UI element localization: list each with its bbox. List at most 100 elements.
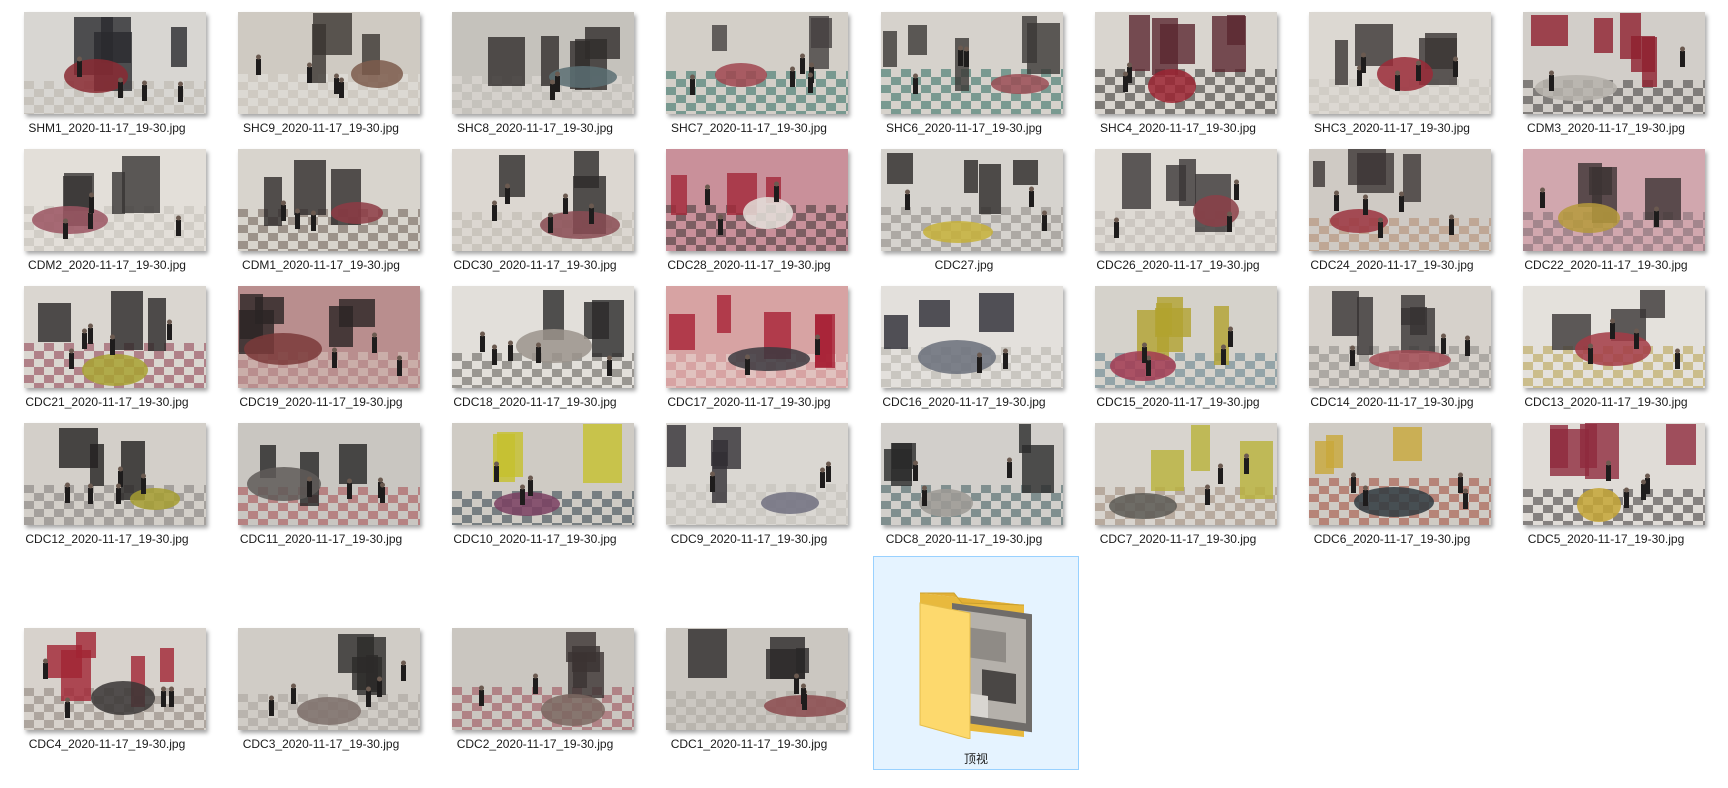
image-thumbnail bbox=[1095, 286, 1277, 388]
image-thumbnail bbox=[1523, 149, 1705, 251]
file-item[interactable]: CDC7_2020-11-17_19-30.jpg bbox=[1071, 411, 1285, 546]
image-thumbnail bbox=[1523, 12, 1705, 114]
file-item[interactable]: CDC17_2020-11-17_19-30.jpg bbox=[642, 274, 856, 409]
image-thumbnail bbox=[666, 423, 848, 525]
file-name: CDC30_2020-11-17_19-30.jpg bbox=[453, 258, 617, 272]
image-thumbnail bbox=[1309, 423, 1491, 525]
file-name: CDM1_2020-11-17_19-30.jpg bbox=[242, 258, 400, 272]
image-thumbnail bbox=[238, 423, 420, 525]
folder-label: 顶视 bbox=[963, 752, 988, 766]
image-thumbnail bbox=[666, 628, 848, 730]
file-item[interactable]: CDC21_2020-11-17_19-30.jpg bbox=[0, 274, 214, 409]
image-thumbnail bbox=[1309, 12, 1491, 114]
file-grid: SHM1_2020-11-17_19-30.jpg SHC9_2020-11-17… bbox=[0, 0, 1728, 788]
file-name: CDC28_2020-11-17_19-30.jpg bbox=[667, 258, 831, 272]
file-item[interactable]: CDC28_2020-11-17_19-30.jpg bbox=[642, 137, 856, 272]
file-name: CDC27.jpg bbox=[934, 258, 994, 272]
image-thumbnail bbox=[452, 286, 634, 388]
file-name: CDC5_2020-11-17_19-30.jpg bbox=[1527, 532, 1685, 546]
file-name: SHC7_2020-11-17_19-30.jpg bbox=[671, 121, 827, 135]
file-item[interactable]: CDC4_2020-11-17_19-30.jpg bbox=[0, 616, 214, 751]
image-thumbnail bbox=[238, 149, 420, 251]
file-name: CDC18_2020-11-17_19-30.jpg bbox=[453, 395, 617, 409]
file-name: CDC15_2020-11-17_19-30.jpg bbox=[1096, 395, 1260, 409]
file-name: CDM3_2020-11-17_19-30.jpg bbox=[1527, 121, 1685, 135]
file-name: CDC1_2020-11-17_19-30.jpg bbox=[670, 737, 828, 751]
file-name: SHC4_2020-11-17_19-30.jpg bbox=[1100, 121, 1256, 135]
image-thumbnail bbox=[666, 12, 848, 114]
file-item[interactable]: CDC27.jpg bbox=[857, 137, 1071, 272]
image-thumbnail bbox=[452, 628, 634, 730]
file-name: CDC26_2020-11-17_19-30.jpg bbox=[1096, 258, 1260, 272]
file-item[interactable]: CDC11_2020-11-17_19-30.jpg bbox=[214, 411, 428, 546]
file-name: CDC3_2020-11-17_19-30.jpg bbox=[242, 737, 400, 751]
file-name: CDC9_2020-11-17_19-30.jpg bbox=[670, 532, 828, 546]
file-name: CDM2_2020-11-17_19-30.jpg bbox=[28, 258, 186, 272]
file-item[interactable]: CDC26_2020-11-17_19-30.jpg bbox=[1071, 137, 1285, 272]
image-thumbnail bbox=[1095, 423, 1277, 525]
file-name: CDC4_2020-11-17_19-30.jpg bbox=[28, 737, 186, 751]
file-name: CDC6_2020-11-17_19-30.jpg bbox=[1313, 532, 1471, 546]
file-item[interactable]: CDC3_2020-11-17_19-30.jpg bbox=[214, 616, 428, 751]
folder-item[interactable]: 顶视 bbox=[873, 556, 1079, 770]
file-name: CDC10_2020-11-17_19-30.jpg bbox=[453, 532, 617, 546]
image-thumbnail bbox=[24, 149, 206, 251]
file-item[interactable]: CDC30_2020-11-17_19-30.jpg bbox=[428, 137, 642, 272]
file-item[interactable]: CDC13_2020-11-17_19-30.jpg bbox=[1499, 274, 1713, 409]
file-item[interactable]: CDC2_2020-11-17_19-30.jpg bbox=[428, 616, 642, 751]
file-name: SHC3_2020-11-17_19-30.jpg bbox=[1314, 121, 1470, 135]
file-item[interactable]: CDC14_2020-11-17_19-30.jpg bbox=[1285, 274, 1499, 409]
image-thumbnail bbox=[1309, 286, 1491, 388]
file-item[interactable]: CDC19_2020-11-17_19-30.jpg bbox=[214, 274, 428, 409]
image-thumbnail bbox=[881, 423, 1063, 525]
file-item[interactable]: CDM1_2020-11-17_19-30.jpg bbox=[214, 137, 428, 272]
image-thumbnail bbox=[881, 149, 1063, 251]
file-item[interactable]: CDC16_2020-11-17_19-30.jpg bbox=[857, 274, 1071, 409]
file-item[interactable]: CDC18_2020-11-17_19-30.jpg bbox=[428, 274, 642, 409]
file-item[interactable]: CDC9_2020-11-17_19-30.jpg bbox=[642, 411, 856, 546]
file-name: CDC12_2020-11-17_19-30.jpg bbox=[25, 532, 189, 546]
file-name: CDC16_2020-11-17_19-30.jpg bbox=[882, 395, 1046, 409]
file-item[interactable]: CDC8_2020-11-17_19-30.jpg bbox=[857, 411, 1071, 546]
image-thumbnail bbox=[24, 423, 206, 525]
image-thumbnail bbox=[1309, 149, 1491, 251]
file-item[interactable]: CDC24_2020-11-17_19-30.jpg bbox=[1285, 137, 1499, 272]
file-name: CDC13_2020-11-17_19-30.jpg bbox=[1524, 395, 1688, 409]
file-item[interactable]: SHC3_2020-11-17_19-30.jpg bbox=[1285, 0, 1499, 135]
image-thumbnail bbox=[238, 12, 420, 114]
file-item[interactable]: SHC4_2020-11-17_19-30.jpg bbox=[1071, 0, 1285, 135]
file-item[interactable]: SHC7_2020-11-17_19-30.jpg bbox=[642, 0, 856, 135]
image-thumbnail bbox=[238, 286, 420, 388]
image-thumbnail bbox=[1095, 149, 1277, 251]
image-thumbnail bbox=[24, 286, 206, 388]
file-item[interactable]: CDC12_2020-11-17_19-30.jpg bbox=[0, 411, 214, 546]
file-name: CDC7_2020-11-17_19-30.jpg bbox=[1099, 532, 1257, 546]
folder-icon bbox=[919, 592, 1032, 739]
file-item[interactable]: SHM1_2020-11-17_19-30.jpg bbox=[0, 0, 214, 135]
file-name: CDC19_2020-11-17_19-30.jpg bbox=[239, 395, 403, 409]
file-item[interactable]: CDC15_2020-11-17_19-30.jpg bbox=[1071, 274, 1285, 409]
file-item[interactable]: CDC1_2020-11-17_19-30.jpg bbox=[642, 616, 856, 751]
image-thumbnail bbox=[24, 628, 206, 730]
file-item[interactable]: SHC8_2020-11-17_19-30.jpg bbox=[428, 0, 642, 135]
file-item[interactable]: CDC6_2020-11-17_19-30.jpg bbox=[1285, 411, 1499, 546]
file-name: CDC11_2020-11-17_19-30.jpg bbox=[239, 532, 403, 546]
image-thumbnail bbox=[452, 149, 634, 251]
file-item[interactable]: CDM2_2020-11-17_19-30.jpg bbox=[0, 137, 214, 272]
image-thumbnail bbox=[24, 12, 206, 114]
image-thumbnail bbox=[666, 286, 848, 388]
image-thumbnail bbox=[238, 628, 420, 730]
file-item[interactable]: CDC5_2020-11-17_19-30.jpg bbox=[1499, 411, 1713, 546]
file-item[interactable]: SHC9_2020-11-17_19-30.jpg bbox=[214, 0, 428, 135]
file-name: CDC17_2020-11-17_19-30.jpg bbox=[667, 395, 831, 409]
file-name: SHC9_2020-11-17_19-30.jpg bbox=[243, 121, 399, 135]
file-item[interactable]: CDM3_2020-11-17_19-30.jpg bbox=[1499, 0, 1713, 135]
image-thumbnail bbox=[452, 12, 634, 114]
image-thumbnail bbox=[881, 12, 1063, 114]
image-thumbnail bbox=[1523, 286, 1705, 388]
file-name: SHM1_2020-11-17_19-30.jpg bbox=[28, 121, 186, 135]
file-item[interactable]: CDC10_2020-11-17_19-30.jpg bbox=[428, 411, 642, 546]
file-name: CDC22_2020-11-17_19-30.jpg bbox=[1524, 258, 1688, 272]
file-item[interactable]: CDC22_2020-11-17_19-30.jpg bbox=[1499, 137, 1713, 272]
file-item[interactable]: SHC6_2020-11-17_19-30.jpg bbox=[857, 0, 1071, 135]
